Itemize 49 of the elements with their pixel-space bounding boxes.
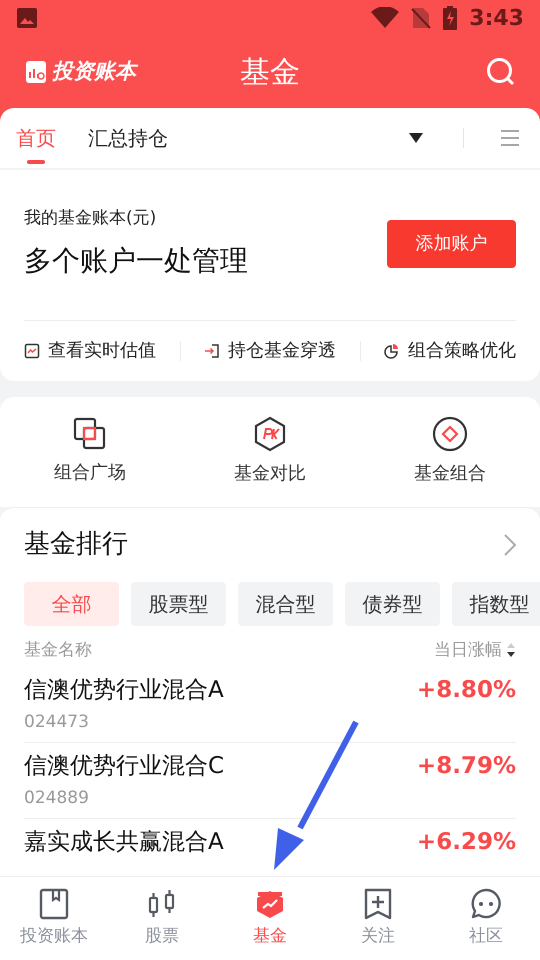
fund-row[interactable]: 嘉实成长共赢混合A +6.29% [24,819,516,866]
shortcut-button[interactable]: 基金组合 [360,416,540,487]
diamond-circle-icon [432,416,468,452]
shortcut-button[interactable]: 组合广场 [0,417,180,486]
fund-change: +8.79% [416,752,516,781]
column-header: 基金名称 [24,638,92,662]
bookmark-plus-icon [363,888,393,920]
fund-code: 024889 [24,786,90,810]
status-time: 3:43 [469,4,524,32]
feature-link[interactable]: 持仓基金穿透 [204,337,336,364]
shortcut-button[interactable]: 基金对比 [180,416,360,487]
enter-icon [204,342,220,358]
fund-name: 信澳优势行业混合A [24,676,224,705]
pie-chart-icon [384,342,400,358]
fund-code: 024473 [24,710,90,734]
filter-chip[interactable]: 指数型 [452,582,540,626]
tab[interactable]: 汇总持仓 [88,108,168,168]
feature-link[interactable]: 组合策略优化 [384,337,516,364]
wifi-icon [371,7,400,29]
hexagon-pk-icon [253,416,287,452]
tab-indicator [27,160,45,164]
no-sim-icon [411,7,432,29]
filter-chip[interactable]: 混合型 [238,582,333,626]
image-icon [16,7,38,29]
candlestick-icon [147,888,177,920]
page-title: 基金 [240,54,300,92]
app-logo-text: 投资账本 [52,56,136,88]
account-caption: 我的基金账本(元) [24,207,158,230]
chat-bubble-icon [470,888,502,920]
chevron-right-icon[interactable] [504,534,516,556]
fund-name: 嘉实成长共赢混合A [24,828,224,857]
add-account-button[interactable]: 添加账户 [387,220,516,268]
search-button[interactable] [486,57,516,87]
overlapping-squares-icon [73,417,107,451]
fund-row[interactable]: 信澳优势行业混合C 024889 +8.79% [24,743,516,819]
book-icon [39,888,69,920]
fund-change: +6.29% [416,828,516,857]
fund-change: +8.80% [416,676,516,705]
fund-name: 信澳优势行业混合C [24,752,224,781]
ledger-logo-icon [24,60,48,84]
filter-chip[interactable]: 债券型 [345,582,440,626]
fund-row[interactable]: 信澳优势行业混合A 024473 +8.80% [24,667,516,743]
battery-icon [443,6,458,30]
sort-icon [506,642,516,658]
chart-icon [24,342,40,358]
ranking-title: 基金排行 [24,528,128,561]
filter-chip[interactable]: 股票型 [131,582,226,626]
feature-link[interactable]: 查看实时估值 [24,337,156,364]
account-headline: 多个账户一处管理 [24,242,248,278]
